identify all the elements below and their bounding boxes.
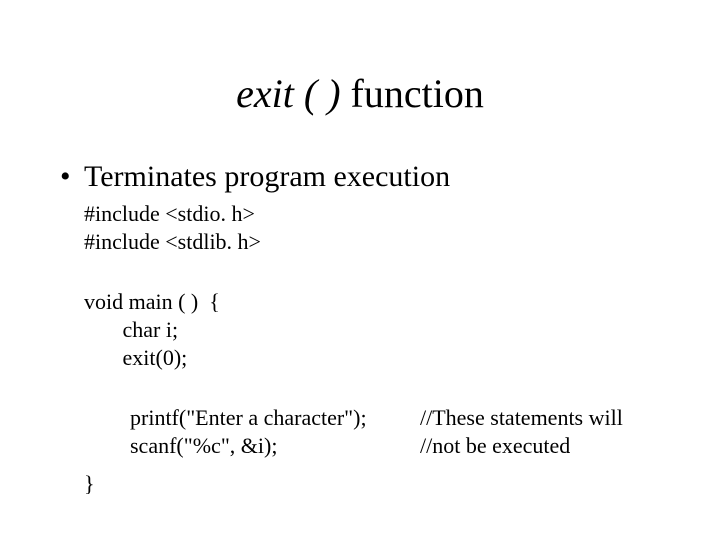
code-includes: #include <stdio. h> #include <stdlib. h> bbox=[84, 200, 261, 256]
slide: exit ( ) function •Terminates program ex… bbox=[0, 0, 720, 540]
code-body: printf("Enter a character"); scanf("%c",… bbox=[130, 404, 367, 460]
bullet-text: Terminates program execution bbox=[84, 160, 450, 193]
code-comment: //These statements will //not be execute… bbox=[420, 404, 623, 460]
bullet-line: •Terminates program execution bbox=[60, 160, 450, 194]
title-rest-part: function bbox=[341, 71, 484, 116]
title-italic-part: exit ( ) bbox=[236, 71, 340, 116]
code-close-brace: } bbox=[84, 470, 95, 498]
slide-title: exit ( ) function bbox=[0, 70, 720, 117]
code-main: void main ( ) { char i; exit(0); bbox=[84, 288, 220, 372]
bullet-marker: • bbox=[60, 160, 84, 194]
